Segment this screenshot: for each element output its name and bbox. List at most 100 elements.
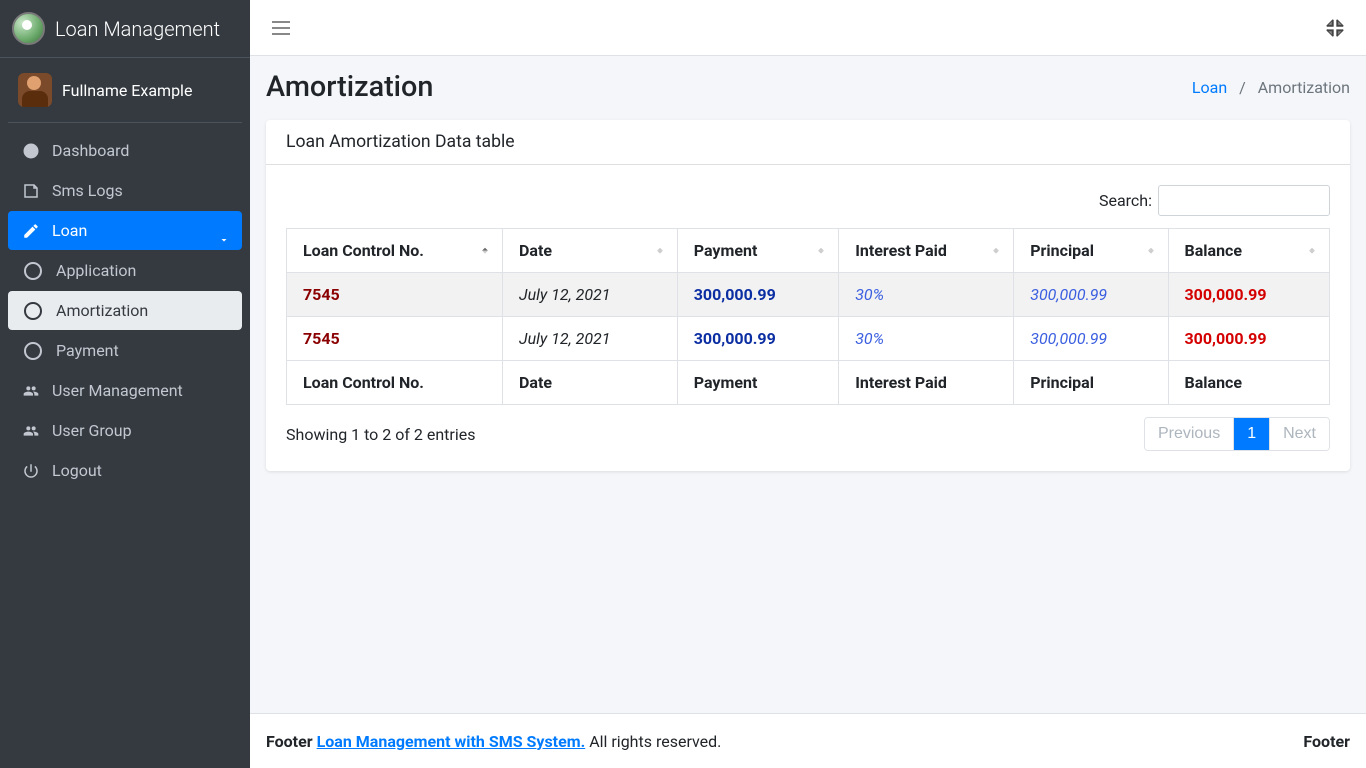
datatable-bottom: Showing 1 to 2 of 2 entries Previous 1 N… [286, 417, 1330, 451]
sidebar-item-label: Amortization [56, 301, 148, 320]
topbar [250, 0, 1366, 56]
breadcrumb-sep: / [1231, 78, 1254, 97]
user-fullname: Fullname Example [62, 81, 192, 100]
amortization-table: Loan Control No. Date [286, 228, 1330, 405]
col-control[interactable]: Loan Control No. [287, 229, 503, 273]
sort-asc-icon [478, 241, 492, 260]
page-previous-button[interactable]: Previous [1145, 418, 1233, 450]
breadcrumb: Loan / Amortization [1192, 78, 1350, 97]
main: Amortization Loan / Amortization Loan Am… [250, 0, 1366, 768]
table-row: 7545 July 12, 2021 300,000.99 30% 300,00… [287, 317, 1330, 361]
col-label: Loan Control No. [303, 241, 424, 260]
hamburger-icon [272, 21, 290, 35]
users-icon [20, 422, 42, 440]
page-title: Amortization [266, 70, 433, 104]
sidebar-item-label: User Group [52, 421, 132, 440]
sidebar-item-label: Application [56, 261, 136, 280]
sort-icon [653, 241, 667, 260]
footer: Footer Loan Management with SMS System. … [250, 713, 1366, 768]
cell-control: 7545 [287, 317, 503, 361]
sort-icon [1144, 241, 1158, 260]
circle-icon [24, 342, 42, 360]
page-1-button[interactable]: 1 [1233, 418, 1269, 450]
chevron-down-icon [218, 231, 230, 250]
col-date[interactable]: Date [503, 229, 678, 273]
brand-title: Loan Management [55, 17, 220, 41]
table-row: 7545 July 12, 2021 300,000.99 30% 300,00… [287, 273, 1330, 317]
circle-icon [24, 262, 42, 280]
sort-icon [989, 241, 1003, 260]
sidebar-item-label: User Management [52, 381, 183, 400]
edit-icon [20, 222, 42, 240]
cell-control: 7545 [287, 273, 503, 317]
sidebar-item-usermanagement[interactable]: User Management [8, 371, 242, 410]
sort-icon [1305, 241, 1319, 260]
sidebar-nav: Dashboard Sms Logs Loan [0, 131, 250, 491]
users-icon [20, 382, 42, 400]
col-label: Payment [694, 241, 758, 260]
col-principal[interactable]: Principal [1014, 229, 1168, 273]
col-label: Interest Paid [855, 241, 947, 260]
footer-suffix: All rights reserved. [585, 732, 721, 751]
foot-balance: Balance [1168, 361, 1330, 405]
col-interest[interactable]: Interest Paid [839, 229, 1014, 273]
breadcrumb-current: Amortization [1258, 78, 1350, 97]
foot-date: Date [503, 361, 678, 405]
note-icon [20, 182, 42, 200]
dashboard-icon [20, 142, 42, 160]
fullscreen-button[interactable] [1320, 13, 1350, 43]
foot-principal: Principal [1014, 361, 1168, 405]
card: Loan Amortization Data table Search: Loa… [266, 120, 1350, 471]
sidebar-item-smslogs[interactable]: Sms Logs [8, 171, 242, 210]
cell-payment: 300,000.99 [677, 273, 838, 317]
pagination: Previous 1 Next [1144, 417, 1330, 451]
card-title: Loan Amortization Data table [266, 120, 1350, 165]
col-balance[interactable]: Balance [1168, 229, 1330, 273]
circle-icon [24, 302, 42, 320]
compress-icon [1326, 19, 1344, 37]
avatar [18, 73, 52, 107]
brand-logo-icon [12, 12, 45, 45]
sidebar: Loan Management Fullname Example Dashboa… [0, 0, 250, 768]
cell-payment: 300,000.99 [677, 317, 838, 361]
sidebar-item-usergroup[interactable]: User Group [8, 411, 242, 450]
power-icon [20, 462, 42, 480]
footer-right: Footer [1303, 732, 1350, 751]
cell-balance: 300,000.99 [1168, 317, 1330, 361]
cell-interest: 30% [839, 317, 1014, 361]
cell-principal: 300,000.99 [1014, 273, 1168, 317]
foot-control: Loan Control No. [287, 361, 503, 405]
search-label: Search: [1099, 191, 1152, 210]
footer-prefix: Footer [266, 732, 317, 751]
datatable-search: Search: [286, 185, 1330, 216]
breadcrumb-root[interactable]: Loan [1192, 78, 1227, 97]
sidebar-sub-payment[interactable]: Payment [8, 331, 242, 370]
cell-date: July 12, 2021 [503, 317, 678, 361]
brand[interactable]: Loan Management [0, 0, 250, 58]
user-panel[interactable]: Fullname Example [8, 58, 242, 123]
sidebar-sub-application[interactable]: Application [8, 251, 242, 290]
cell-interest: 30% [839, 273, 1014, 317]
sidebar-item-label: Logout [52, 461, 102, 480]
sidebar-item-logout[interactable]: Logout [8, 451, 242, 490]
sidebar-item-label: Loan [52, 221, 87, 240]
cell-principal: 300,000.99 [1014, 317, 1168, 361]
col-label: Principal [1030, 241, 1094, 260]
search-input[interactable] [1158, 185, 1330, 216]
sidebar-toggle-button[interactable] [266, 15, 296, 41]
sidebar-item-label: Payment [56, 341, 119, 360]
sidebar-item-loan[interactable]: Loan [8, 211, 242, 250]
foot-payment: Payment [677, 361, 838, 405]
col-payment[interactable]: Payment [677, 229, 838, 273]
sidebar-item-dashboard[interactable]: Dashboard [8, 131, 242, 170]
page-next-button[interactable]: Next [1269, 418, 1329, 450]
sidebar-item-label: Sms Logs [52, 181, 123, 200]
cell-date: July 12, 2021 [503, 273, 678, 317]
datatable-info: Showing 1 to 2 of 2 entries [286, 425, 475, 444]
sort-icon [814, 241, 828, 260]
footer-app-link[interactable]: Loan Management with SMS System. [317, 732, 586, 751]
sidebar-sub-amortization[interactable]: Amortization [8, 291, 242, 330]
cell-balance: 300,000.99 [1168, 273, 1330, 317]
foot-interest: Interest Paid [839, 361, 1014, 405]
content-header: Amortization Loan / Amortization [250, 56, 1366, 120]
